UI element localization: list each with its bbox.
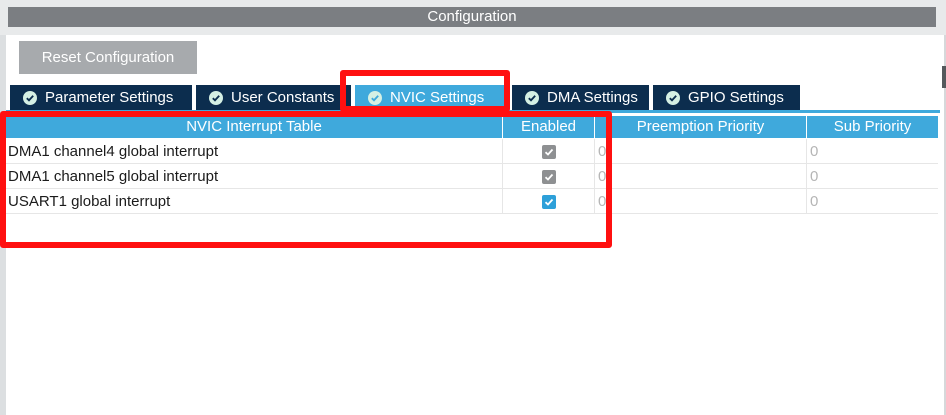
sub-priority-value[interactable]: 0: [806, 164, 938, 189]
column-header-preemption-priority[interactable]: Preemption Priority: [595, 116, 806, 138]
tab-parameter-settings[interactable]: Parameter Settings: [10, 85, 192, 111]
column-header-sub-priority[interactable]: Sub Priority: [807, 116, 938, 138]
reset-configuration-button[interactable]: Reset Configuration: [19, 41, 197, 74]
check-circle-icon: [666, 91, 680, 105]
sub-priority-value[interactable]: 0: [806, 189, 938, 214]
tab-label: DMA Settings: [547, 89, 638, 106]
tab-label: GPIO Settings: [688, 89, 784, 106]
check-circle-icon: [209, 91, 223, 105]
sub-priority-value[interactable]: 0: [806, 139, 938, 164]
preemption-priority-value[interactable]: 0: [594, 189, 806, 214]
annotation-highlight-table: [0, 111, 612, 248]
tab-label: Parameter Settings: [45, 89, 174, 106]
tab-dma-settings[interactable]: DMA Settings: [512, 85, 649, 111]
preemption-priority-value[interactable]: 0: [594, 139, 806, 164]
check-circle-icon: [23, 91, 37, 105]
check-circle-icon: [525, 91, 539, 105]
annotation-highlight-tab: [340, 70, 510, 112]
window-title: Configuration: [8, 7, 936, 27]
title-bar: Configuration: [0, 0, 946, 35]
tab-gpio-settings[interactable]: GPIO Settings: [653, 85, 800, 111]
scrollbar-thumb[interactable]: [942, 66, 946, 88]
preemption-priority-value[interactable]: 0: [594, 164, 806, 189]
tab-label: User Constants: [231, 89, 335, 106]
tab-user-constants[interactable]: User Constants: [196, 85, 351, 111]
